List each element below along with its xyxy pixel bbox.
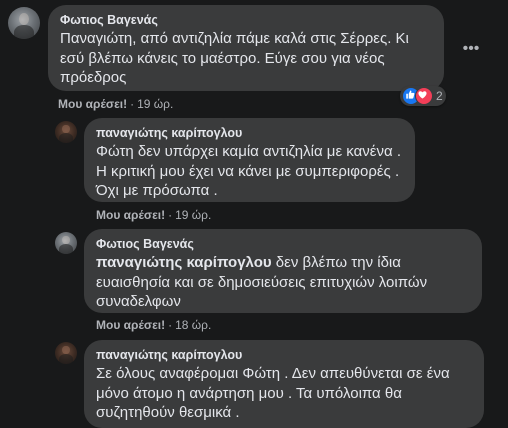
avatar[interactable]: [55, 121, 77, 143]
avatar-head-shape: [62, 345, 70, 355]
comment-text: Παναγιώτη, από αντιζηλία πάμε καλά στις …: [60, 30, 409, 86]
comment-meta: Μου αρέσει! · 19 ώρ.: [58, 97, 173, 111]
timestamp[interactable]: 18 ώρ.: [175, 318, 211, 332]
love-icon: [415, 87, 433, 105]
avatar[interactable]: [55, 342, 77, 364]
comment-text: παναγιώτης καρίπογλου δεν βλέπω την ίδια…: [96, 253, 470, 312]
avatar-body-shape: [59, 244, 73, 254]
comment-bubble: παναγιώτης καρίπογλου Σε όλους αναφέρομα…: [84, 340, 484, 428]
timestamp[interactable]: 19 ώρ.: [137, 97, 173, 111]
reactions-summary[interactable]: 2: [400, 86, 446, 106]
comment-bubble: Φωτιος Βαγενάς παναγιώτης καρίπογλου δεν…: [84, 229, 482, 313]
more-options-icon[interactable]: •••: [456, 34, 486, 64]
avatar-body-shape: [14, 24, 34, 39]
mention-link[interactable]: παναγιώτης καρίπογλου: [96, 254, 272, 271]
comment-author[interactable]: παναγιώτης καρίπογλου: [96, 126, 403, 140]
timestamp[interactable]: 19 ώρ.: [175, 208, 211, 222]
avatar-body-shape: [59, 354, 73, 364]
separator: ·: [168, 318, 173, 332]
avatar[interactable]: [8, 7, 40, 39]
avatar-body-shape: [59, 133, 73, 143]
like-button[interactable]: Μου αρέσει!: [96, 318, 165, 332]
like-button[interactable]: Μου αρέσει!: [58, 97, 127, 111]
separator: ·: [130, 97, 135, 111]
like-button[interactable]: Μου αρέσει!: [96, 208, 165, 222]
avatar-head-shape: [62, 124, 70, 134]
separator: ·: [168, 208, 173, 222]
comment-author[interactable]: Φωτιος Βαγενάς: [96, 237, 470, 251]
comment-author[interactable]: παναγιώτης καρίπογλου: [96, 348, 472, 362]
reaction-count: 2: [436, 89, 443, 103]
avatar-head-shape: [18, 12, 30, 25]
avatar[interactable]: [55, 232, 77, 254]
avatar-head-shape: [62, 235, 70, 245]
comment-bubble: Φωτιος Βαγενάς Παναγιώτη, από αντιζηλία …: [48, 5, 444, 91]
comment-text: Φώτη δεν υπάρχει καμία αντιζηλία με κανέ…: [96, 143, 401, 199]
comment-author[interactable]: Φωτιος Βαγενάς: [60, 13, 432, 27]
comment-text: Σε όλους αναφέρομαι Φώτη . Δεν απευθύνετ…: [96, 365, 450, 421]
comment-bubble: παναγιώτης καρίπογλου Φώτη δεν υπάρχει κ…: [84, 118, 415, 202]
comment-meta: Μου αρέσει! · 18 ώρ.: [96, 318, 211, 332]
comment-meta: Μου αρέσει! · 19 ώρ.: [96, 208, 211, 222]
